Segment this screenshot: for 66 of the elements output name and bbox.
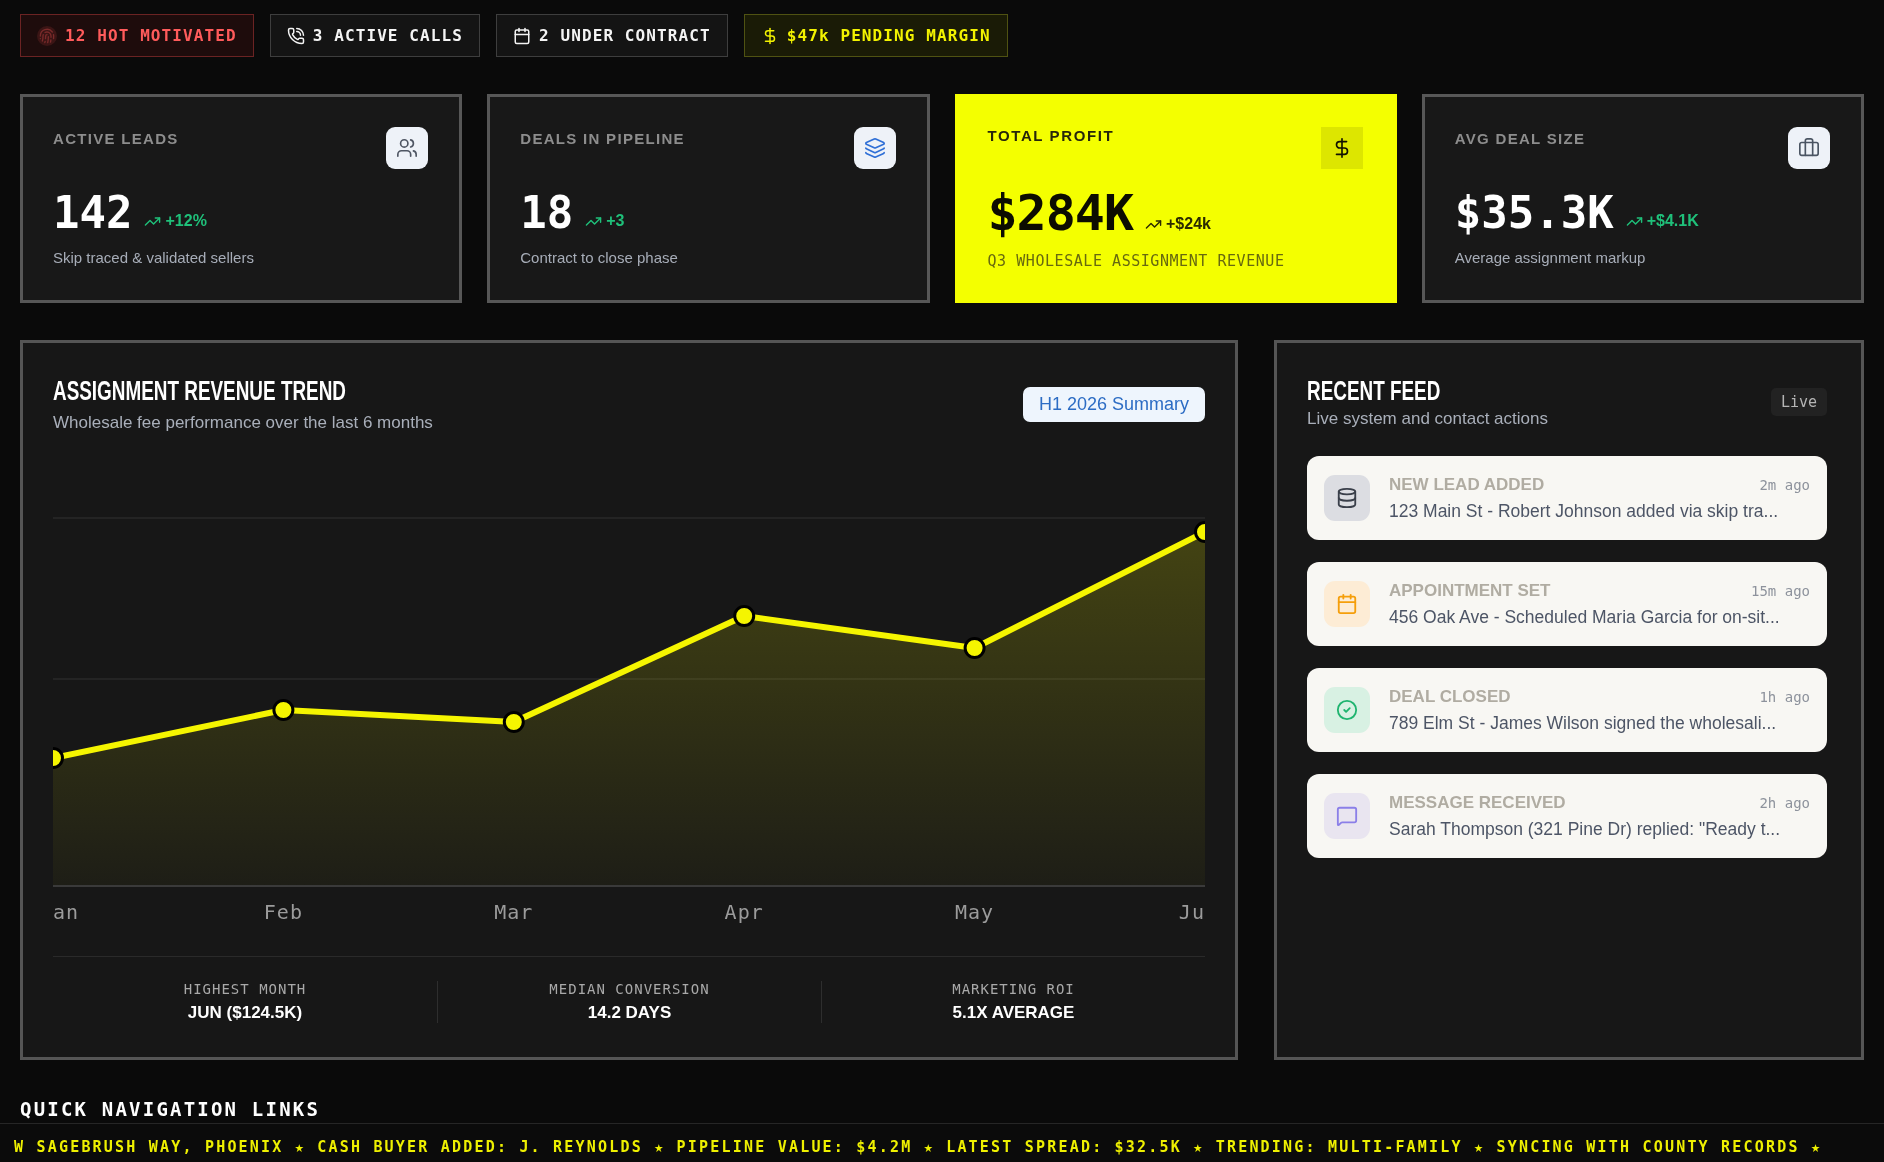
section-heading: QUICK NAVIGATION LINKS [20, 1098, 321, 1120]
stat-label: ACTIVE LEADS [53, 130, 179, 148]
stat-value: $35.3K [1454, 191, 1614, 235]
feed-description: 789 Elm St - James Wilson signed the wholesali... [1389, 712, 1777, 734]
stat-value: $284K [987, 188, 1133, 238]
feed-item[interactable]: DEAL CLOSED 1h ago 789 Elm St - James Wilson signed the wholesali... [1307, 668, 1827, 752]
status-label: 3 ACTIVE CALLS [312, 26, 463, 45]
feed-time: 1h ago [1759, 687, 1810, 706]
briefcase-icon [1788, 127, 1830, 169]
feed-title: APPOINTMENT SET [1389, 580, 1551, 601]
layers-icon [853, 127, 896, 169]
feed-description: Sarah Thompson (321 Pine Dr) replied: "Ready t... [1389, 818, 1781, 840]
axis-label: May [955, 900, 995, 924]
feed-time: 2m ago [1759, 475, 1810, 494]
axis-label: Apr [724, 900, 764, 924]
panel-title: ASSIGNMENT REVENUE TREND [53, 377, 346, 405]
fingerprint-icon [37, 25, 57, 46]
status-label: $47k PENDING MARGIN [786, 26, 991, 45]
panel-title: RECENT FEED [1307, 377, 1441, 405]
stat-change: +12% [165, 212, 207, 230]
live-tag: Live [1770, 388, 1827, 416]
feed-description: 123 Main St - Robert Johnson added via skip tra... [1389, 500, 1779, 522]
summary-stat-label: HIGHEST MONTH [183, 981, 307, 998]
stat-value: 18 [520, 191, 574, 235]
database-icon [1324, 475, 1370, 521]
status-label: 12 HOT MOTIVATED [65, 26, 237, 45]
users-icon [386, 127, 429, 169]
stat-change: +$4.1K [1646, 212, 1699, 230]
stat-caption: Skip traced & validated sellers [53, 249, 254, 267]
stat-change: +3 [606, 212, 625, 230]
stat-caption: Contract to close phase [520, 249, 678, 267]
dollar-sign-icon [1320, 127, 1363, 169]
stat-label: TOTAL PROFIT [987, 127, 1115, 145]
stat-label: AVG DEAL SIZE [1454, 130, 1586, 148]
panel-subtitle: Wholesale fee performance over the last 6 months [53, 413, 433, 433]
feed-item[interactable]: NEW LEAD ADDED 2m ago 123 Main St - Robert Johnson added via skip tra... [1307, 456, 1827, 540]
message-icon [1324, 793, 1370, 839]
feed-item[interactable]: APPOINTMENT SET 15m ago 456 Oak Ave - Scheduled Maria Garcia for on-sit... [1307, 562, 1827, 646]
stat-change: +$24k [1166, 215, 1211, 233]
summary-button[interactable]: H1 2026 Summary [1022, 387, 1205, 422]
stat-caption: Q3 WHOLESALE ASSIGNMENT REVENUE [987, 252, 1285, 270]
calendar-icon [1324, 581, 1370, 627]
summary-stat-label: MEDIAN CONVERSION [549, 981, 710, 998]
axis-label: Ju [1178, 900, 1205, 924]
summary-stat-value: 5.1X AVERAGE [952, 1003, 1075, 1023]
stat-label: DEALS IN PIPELINE [520, 130, 685, 148]
axis-label: Mar [494, 900, 534, 924]
summary-stat-value: JUN ($124.5K) [187, 1003, 303, 1023]
feed-time: 2h ago [1759, 793, 1810, 812]
feed-description: 456 Oak Ave - Scheduled Maria Garcia for on-sit... [1389, 606, 1780, 628]
feed-title: NEW LEAD ADDED [1389, 474, 1545, 495]
feed-title: MESSAGE RECEIVED [1389, 792, 1566, 813]
feed-time: 15m ago [1751, 581, 1810, 600]
feed-item[interactable]: MESSAGE RECEIVED 2h ago Sarah Thompson (321 Pine Dr) replied: "Ready t... [1307, 774, 1827, 858]
stat-value: 142 [53, 191, 133, 235]
axis-label: Feb [263, 900, 303, 924]
phone-icon [286, 26, 305, 45]
ticker-text: W SAGEBRUSH WAY, PHOENIX ★ CASH BUYER ADDED: J. REYNOLDS ★ PIPELINE VALUE: $4.2M ★ LATEST SPREAD: $32.5K ★ TRENDING: MULTI-FAMILY ★ SYNCING WITH COUNTY RECORDS ★ [14, 1138, 1823, 1156]
axis-label: an [53, 900, 80, 924]
feed-title: DEAL CLOSED [1389, 686, 1511, 707]
stat-caption: Average assignment markup [1454, 249, 1646, 267]
panel-subtitle: Live system and contact actions [1307, 409, 1548, 429]
calendar-icon [513, 26, 531, 45]
summary-stat-label: MARKETING ROI [952, 981, 1075, 998]
status-label: 2 UNDER CONTRACT [539, 26, 711, 45]
summary-stat-value: 14.2 DAYS [587, 1003, 672, 1023]
